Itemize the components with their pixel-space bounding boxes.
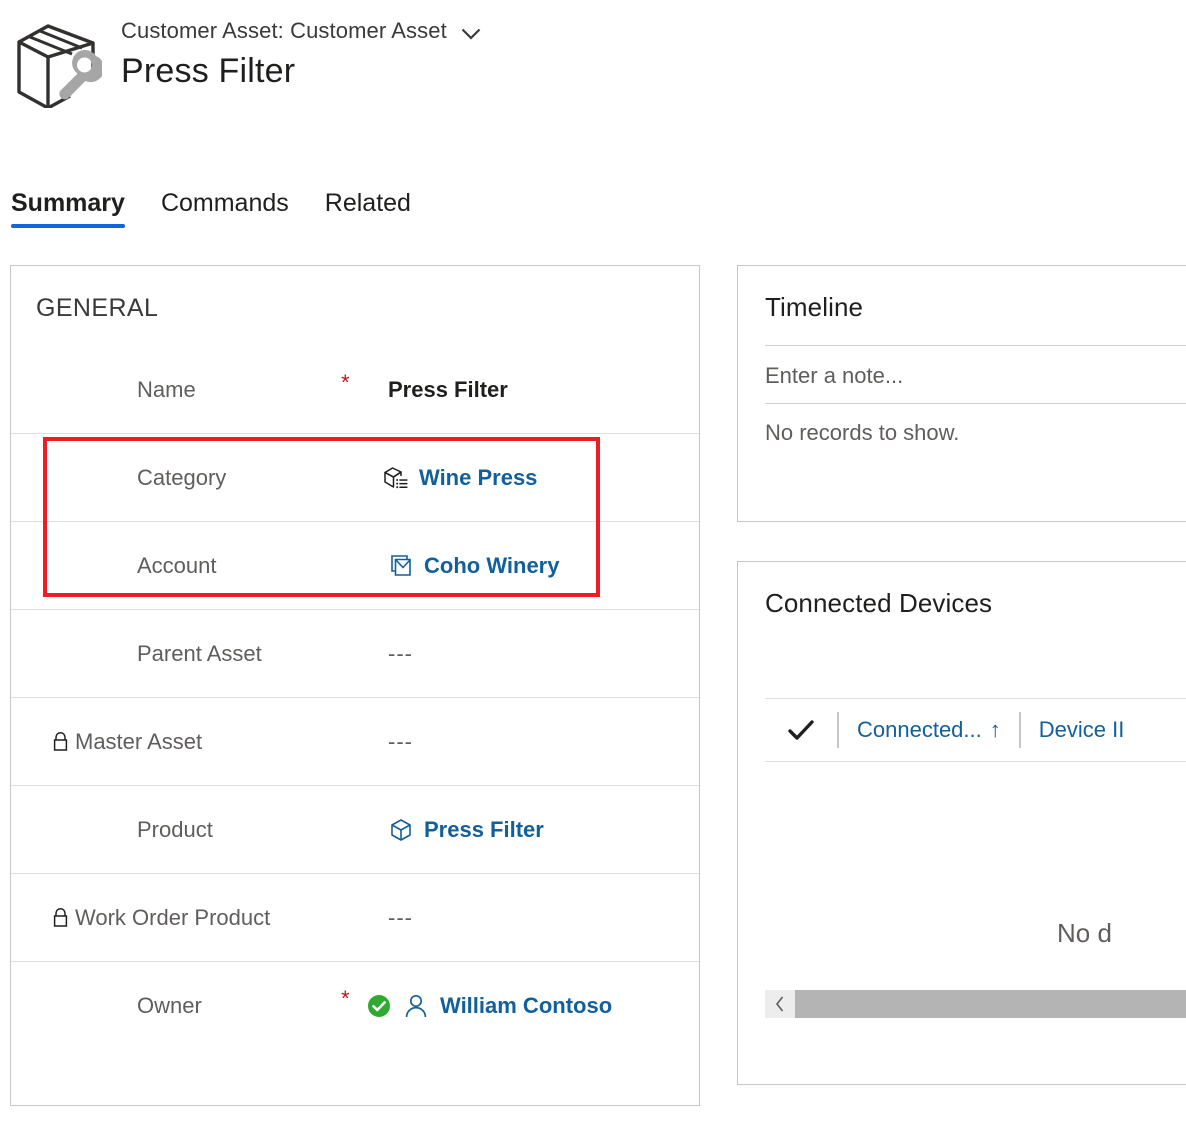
entity-breadcrumb[interactable]: Customer Asset: Customer Asset	[121, 18, 481, 44]
field-value-name[interactable]: Press Filter	[388, 377, 508, 403]
horizontal-scrollbar[interactable]	[765, 990, 1186, 1018]
checkmark-icon[interactable]	[765, 718, 837, 742]
header-text-block: Customer Asset: Customer Asset Press Fil…	[121, 18, 481, 91]
connected-devices-empty-text: No d	[1057, 918, 1112, 948]
field-value-parent-asset-text: ---	[388, 640, 413, 666]
field-label-category: Category	[137, 464, 227, 490]
general-field-list: Name * Press Filter Category Wine Press …	[11, 346, 699, 1049]
connected-devices-grid-header: Connected... ↑ Device II	[765, 699, 1186, 761]
field-value-category[interactable]: Wine Press	[383, 465, 537, 491]
general-section-card: GENERAL Name * Press Filter Category Win…	[10, 265, 700, 1106]
user-icon	[402, 992, 430, 1020]
product-box-icon	[388, 817, 414, 843]
timeline-title: Timeline	[765, 292, 864, 322]
connected-devices-title: Connected Devices	[765, 588, 993, 618]
field-value-owner[interactable]: William Contoso	[366, 992, 612, 1020]
field-value-account-link[interactable]: Coho Winery	[424, 553, 559, 579]
field-label-master-asset: Master Asset	[75, 728, 203, 754]
field-value-owner-link[interactable]: William Contoso	[440, 993, 612, 1019]
timeline-note-input[interactable]: Enter a note...	[738, 346, 1186, 403]
account-icon	[388, 553, 414, 579]
chevron-left-icon[interactable]	[765, 990, 795, 1018]
column-header-connected[interactable]: Connected... ↑	[839, 717, 1019, 743]
page-title: Press Filter	[121, 52, 296, 90]
timeline-card: Timeline Enter a note... No records to s…	[737, 265, 1186, 522]
field-value-name-text: Press Filter	[388, 376, 508, 402]
required-indicator: *	[341, 986, 350, 1011]
field-row-work-order-product: Work Order Product ---	[11, 873, 699, 961]
tab-commands-label: Commands	[160, 189, 289, 217]
scrollbar-thumb[interactable]	[795, 990, 1186, 1018]
section-title-general: GENERAL	[36, 294, 159, 322]
field-value-master-asset[interactable]: ---	[388, 729, 413, 755]
field-value-category-link[interactable]: Wine Press	[419, 465, 537, 491]
field-row-name: Name * Press Filter	[11, 346, 699, 433]
timeline-empty-text: No records to show.	[765, 420, 960, 445]
field-row-parent-asset: Parent Asset ---	[11, 609, 699, 697]
tab-active-indicator	[11, 224, 125, 228]
field-label-owner: Owner	[137, 992, 202, 1018]
record-header: Customer Asset: Customer Asset Press Fil…	[0, 0, 1186, 130]
field-value-product[interactable]: Press Filter	[388, 817, 544, 843]
field-label-parent-asset: Parent Asset	[137, 640, 262, 666]
tab-summary[interactable]: Summary	[0, 182, 143, 228]
entity-name-label: Customer Asset: Customer Asset	[121, 18, 447, 43]
tab-related[interactable]: Related	[307, 182, 429, 224]
green-check-circle-icon	[366, 993, 392, 1019]
field-label-account: Account	[137, 552, 217, 578]
field-row-product: Product Press Filter	[11, 785, 699, 873]
arrow-up-icon: ↑	[989, 717, 1001, 742]
tab-summary-label: Summary	[11, 189, 125, 217]
field-value-account[interactable]: Coho Winery	[388, 553, 559, 579]
column-header-device-id[interactable]: Device II	[1021, 717, 1143, 743]
field-row-category: Category Wine Press	[11, 433, 699, 521]
lock-icon	[51, 731, 71, 753]
category-box-list-icon	[383, 465, 409, 491]
divider	[765, 761, 1186, 762]
package-wrench-icon	[10, 16, 105, 110]
tab-related-label: Related	[324, 189, 411, 217]
field-row-owner: Owner * William Contoso	[11, 961, 699, 1049]
field-value-product-link[interactable]: Press Filter	[424, 817, 544, 843]
chevron-down-icon[interactable]	[461, 27, 481, 40]
field-label-product: Product	[137, 816, 213, 842]
required-indicator: *	[341, 370, 350, 395]
lock-icon	[51, 907, 71, 929]
tab-commands[interactable]: Commands	[143, 182, 307, 224]
field-value-master-asset-text: ---	[388, 728, 413, 754]
form-tab-strip: Summary Commands Related	[0, 182, 1186, 234]
field-label-work-order-product: Work Order Product	[75, 904, 271, 930]
connected-devices-card: Connected Devices Connected... ↑ Device …	[737, 561, 1186, 1085]
column-header-device-id-label: Device II	[1038, 717, 1125, 742]
field-value-work-order-product-text: ---	[388, 904, 413, 930]
field-label-name: Name	[137, 376, 196, 402]
field-value-parent-asset[interactable]: ---	[388, 641, 413, 667]
field-row-master-asset: Master Asset ---	[11, 697, 699, 785]
field-row-account: Account Coho Winery	[11, 521, 699, 609]
column-header-connected-label: Connected...	[857, 717, 982, 742]
field-value-work-order-product[interactable]: ---	[388, 905, 413, 931]
